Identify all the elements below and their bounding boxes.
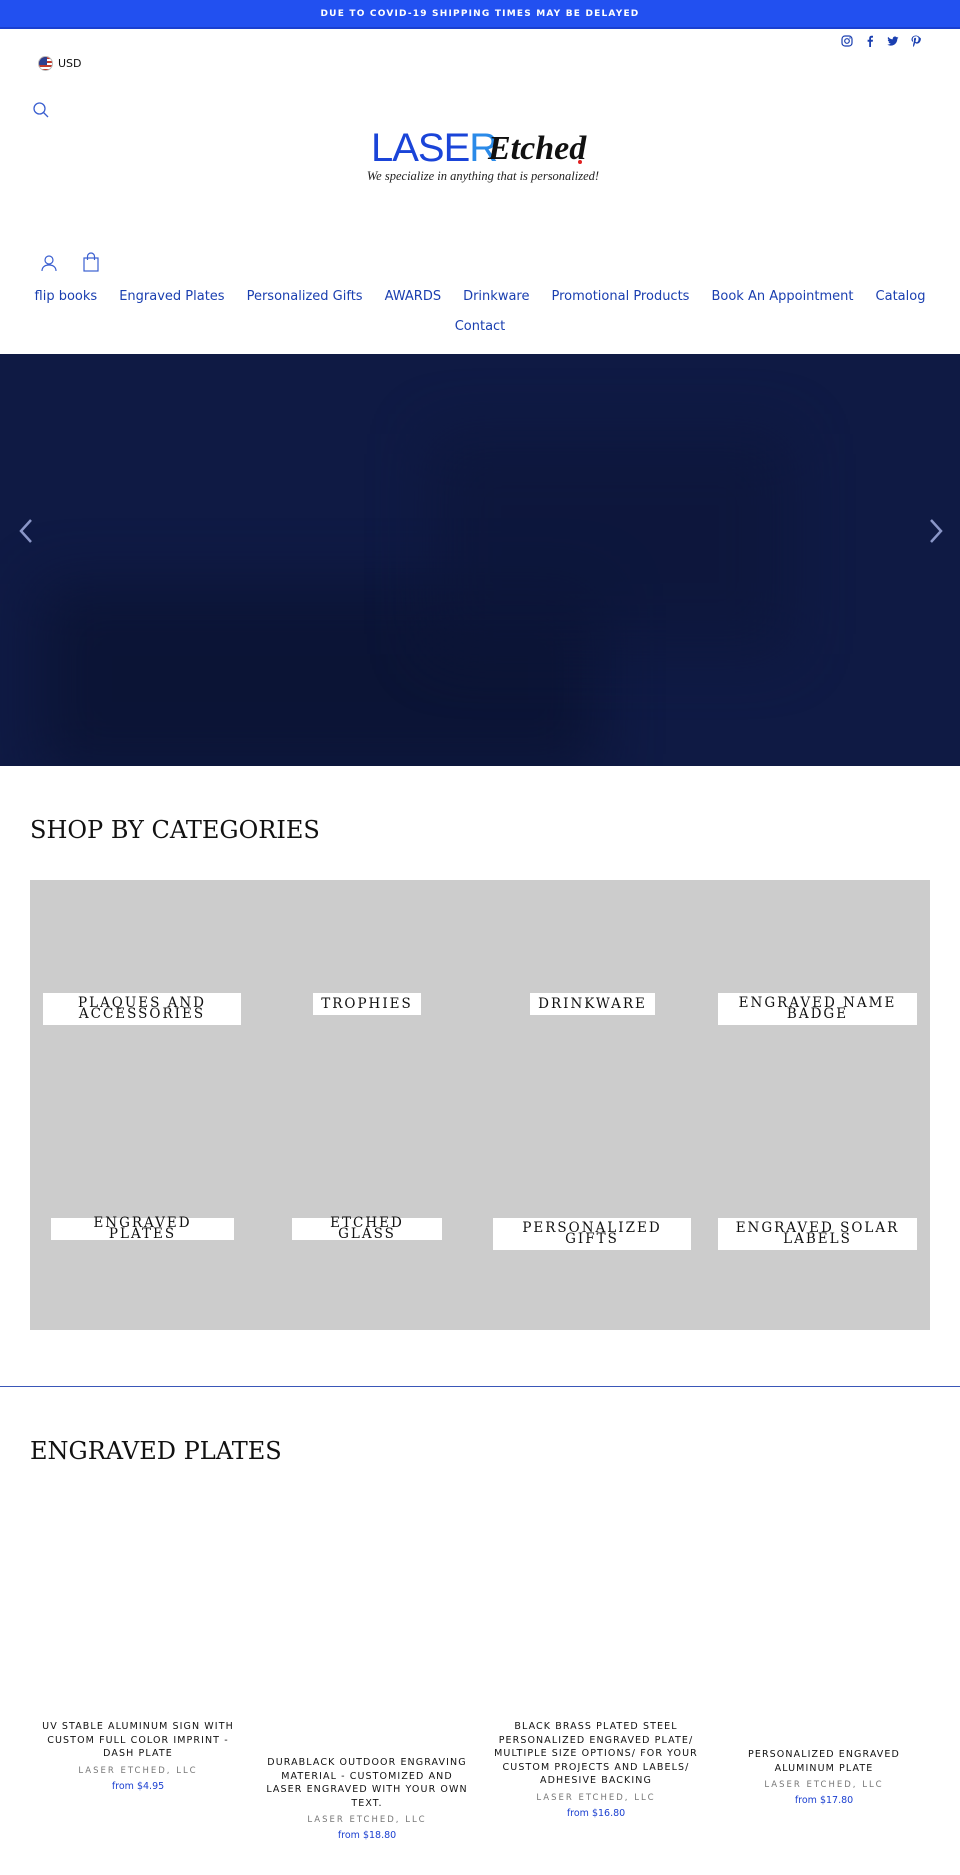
product-card[interactable]: PERSONALIZED ENGRAVED ALUMINUM PLATE LAS…	[719, 1748, 929, 1806]
account-icon[interactable]	[40, 254, 58, 272]
product-title[interactable]: UV STABLE ALUMINUM SIGN WITH CUSTOM FULL…	[33, 1720, 243, 1761]
product-vendor: LASER ETCHED, LLC	[78, 1765, 198, 1776]
product-vendor: LASER ETCHED, LLC	[536, 1792, 656, 1803]
instagram-icon[interactable]	[841, 32, 853, 47]
site-logo[interactable]: LASER Etched We specialize in anything t…	[363, 126, 603, 190]
slideshow-next-arrow-icon[interactable]	[924, 518, 946, 544]
product-title[interactable]: PERSONALIZED ENGRAVED ALUMINUM PLATE	[719, 1748, 929, 1775]
product-vendor: LASER ETCHED, LLC	[764, 1780, 884, 1790]
nav-item-drinkware[interactable]: Drinkware	[463, 289, 529, 304]
product-card[interactable]: BLACK BRASS PLATED STEEL PERSONALIZED EN…	[491, 1720, 701, 1819]
social-links	[841, 32, 922, 48]
category-drinkware[interactable]: DRINKWARE	[530, 993, 655, 1015]
cart-icon[interactable]	[82, 252, 100, 272]
currency-code: USD	[58, 57, 82, 70]
logo-wordmark-laser: LASER	[371, 126, 498, 170]
product-price: from $18.80	[337, 1830, 397, 1841]
product-price: from $4.95	[111, 1780, 165, 1792]
section-heading-engraved-plates: ENGRAVED PLATES	[30, 1437, 282, 1465]
nav-item-promotional-products[interactable]: Promotional Products	[551, 289, 689, 304]
nav-item-contact[interactable]: Contact	[455, 319, 506, 334]
nav-item-personalized-gifts[interactable]: Personalized Gifts	[247, 289, 363, 304]
nav-item-awards[interactable]: AWARDS	[385, 289, 442, 304]
section-divider	[0, 1386, 960, 1387]
nav-item-catalog[interactable]: Catalog	[876, 289, 926, 304]
nav-item-engraved-plates[interactable]: Engraved Plates	[119, 289, 224, 304]
product-title[interactable]: DURABLACK OUTDOOR ENGRAVING MATERIAL - C…	[262, 1756, 472, 1810]
hero-shadow	[430, 434, 790, 654]
category-name-badge[interactable]: ENGRAVED NAME BADGE	[718, 993, 917, 1025]
category-etched-glass[interactable]: ETCHED GLASS	[292, 1216, 442, 1241]
us-flag-icon	[38, 56, 53, 71]
search-icon[interactable]	[32, 101, 50, 119]
logo-wordmark-etched: Etched	[488, 130, 587, 167]
twitter-icon[interactable]	[887, 32, 899, 46]
product-card[interactable]: DURABLACK OUTDOOR ENGRAVING MATERIAL - C…	[262, 1756, 472, 1841]
main-nav: flip books Engraved Plates Personalized Gi…	[0, 282, 960, 342]
category-personalized-gifts[interactable]: PERSONALIZED GIFTS	[493, 1218, 691, 1250]
section-heading-categories: SHOP BY CATEGORIES	[30, 816, 320, 844]
product-price: from $16.80	[566, 1807, 626, 1819]
product-title[interactable]: BLACK BRASS PLATED STEEL PERSONALIZED EN…	[491, 1720, 701, 1788]
category-plaques[interactable]: PLAQUES AND ACCESSORIES	[43, 993, 241, 1025]
category-engraved-plates[interactable]: ENGRAVED PLATES	[51, 1216, 234, 1241]
category-grid: PLAQUES AND ACCESSORIES TROPHIES DRINKWA…	[30, 880, 930, 1330]
nav-item-book-appointment[interactable]: Book An Appointment	[711, 289, 853, 304]
nav-item-flip-books[interactable]: flip books	[35, 289, 98, 304]
product-card[interactable]: UV STABLE ALUMINUM SIGN WITH CUSTOM FULL…	[33, 1720, 243, 1792]
currency-selector[interactable]: USD	[38, 56, 82, 71]
slideshow-prev-arrow-icon[interactable]	[16, 518, 38, 544]
logo-tagline: We specialize in anything that is person…	[366, 169, 600, 183]
announcement-bar: DUE TO COVID-19 SHIPPING TIMES MAY BE DE…	[0, 0, 960, 29]
category-solar-labels[interactable]: ENGRAVED SOLAR LABELS	[718, 1218, 917, 1250]
facebook-icon[interactable]	[864, 32, 876, 47]
product-price: from $17.80	[794, 1795, 854, 1806]
category-trophies[interactable]: TROPHIES	[313, 993, 421, 1015]
hero-slideshow	[0, 354, 960, 766]
logo-dot	[578, 160, 582, 164]
product-vendor: LASER ETCHED, LLC	[307, 1815, 427, 1825]
pinterest-icon[interactable]	[910, 32, 922, 48]
